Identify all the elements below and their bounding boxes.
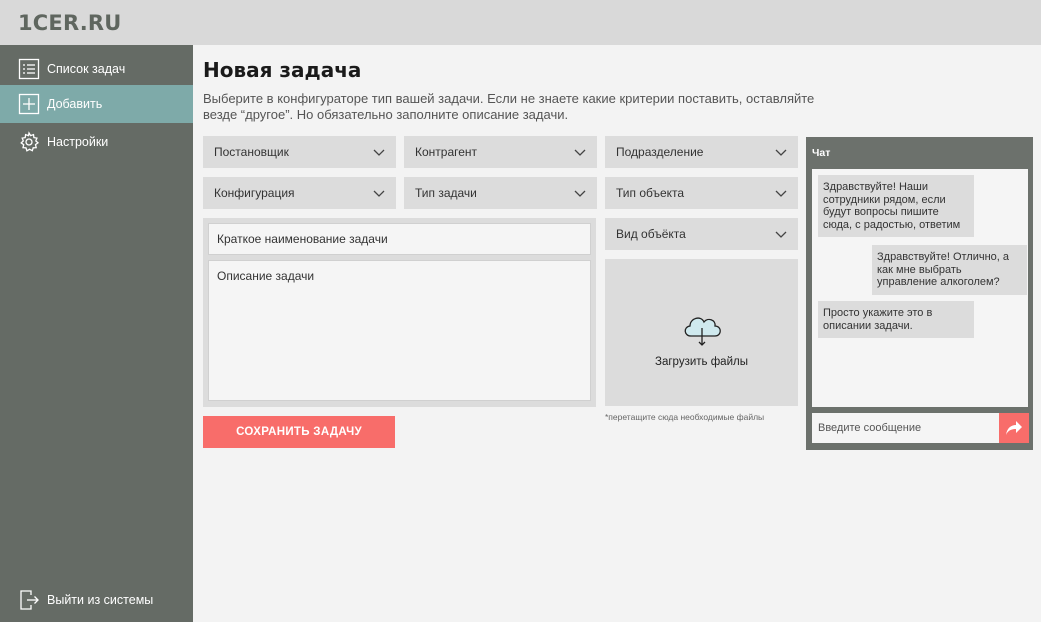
list-icon — [18, 58, 40, 80]
task-text-panel: Краткое наименование задачи Описание зад… — [203, 218, 596, 407]
chevron-down-icon — [574, 190, 586, 197]
chat-messages[interactable]: Здравствуйте! Наши сотрудники рядом, есл… — [812, 169, 1028, 407]
description-placeholder: Описание задачи — [217, 269, 315, 283]
top-bar: 1CER.RU — [0, 0, 1041, 45]
logo[interactable]: 1CER.RU — [18, 11, 122, 35]
select-label: Подразделение — [616, 145, 704, 159]
send-button[interactable] — [999, 413, 1029, 443]
logout-label: Выйти из системы — [47, 593, 154, 607]
chevron-down-icon — [775, 190, 787, 197]
chevron-down-icon — [373, 190, 385, 197]
chat-message-support: Здравствуйте! Наши сотрудники рядом, есл… — [818, 175, 974, 237]
sidebar: Список задач Добавить Настройки Выйти из… — [0, 45, 193, 622]
plus-icon — [18, 93, 40, 115]
sidebar-item-label: Добавить — [47, 97, 103, 111]
description-textarea[interactable]: Описание задачи — [208, 260, 591, 401]
select-label: Тип задачи — [415, 186, 477, 200]
short-name-input[interactable]: Краткое наименование задачи — [208, 223, 591, 255]
tip-zadachi-select[interactable]: Тип задачи — [404, 177, 597, 209]
chevron-down-icon — [775, 149, 787, 156]
chat-input-placeholder: Введите сообщение — [818, 422, 922, 434]
chat-message-support: Просто укажите это в описании задачи. — [818, 301, 974, 338]
sidebar-item-add[interactable]: Добавить — [0, 85, 193, 123]
kontragent-select[interactable]: Контрагент — [404, 136, 597, 168]
page-title: Новая задача — [203, 58, 362, 82]
chat-message-user: Здравствуйте! Отлично, а как мне выбрать… — [872, 245, 1027, 295]
sidebar-item-task-list[interactable]: Список задач — [0, 50, 193, 88]
vid-obekta-select[interactable]: Вид объёкта — [605, 218, 798, 250]
logout-button[interactable]: Выйти из системы — [0, 581, 193, 619]
cloud-upload-icon — [684, 316, 721, 346]
select-label: Постановщик — [214, 145, 289, 159]
chevron-down-icon — [373, 149, 385, 156]
select-label: Тип объекта — [616, 186, 685, 200]
sidebar-item-settings[interactable]: Настройки — [0, 123, 193, 161]
postanovshik-select[interactable]: Постановщик — [203, 136, 396, 168]
chevron-down-icon — [574, 149, 586, 156]
tip-obekta-select[interactable]: Тип объекта — [605, 177, 798, 209]
send-arrow-icon — [1006, 421, 1022, 435]
chat-message-input[interactable]: Введите сообщение — [812, 413, 1000, 443]
chat-panel: Чат Здравствуйте! Наши сотрудники рядом,… — [806, 137, 1033, 450]
podrazdelenie-select[interactable]: Подразделение — [605, 136, 798, 168]
select-label: Вид объёкта — [616, 227, 686, 241]
short-name-placeholder: Краткое наименование задачи — [217, 232, 388, 246]
select-label: Контрагент — [415, 145, 478, 159]
gear-icon — [18, 131, 40, 153]
chevron-down-icon — [775, 231, 787, 238]
sidebar-item-label: Настройки — [47, 135, 109, 149]
file-upload-dropzone[interactable]: Загрузить файлы — [605, 259, 798, 406]
upload-hint: *перетащите сюда необходимые файлы — [605, 412, 765, 422]
konfiguraciya-select[interactable]: Конфигурация — [203, 177, 396, 209]
logout-icon — [18, 589, 40, 611]
upload-label: Загрузить файлы — [655, 355, 748, 368]
chat-title: Чат — [812, 147, 831, 159]
sidebar-item-label: Список задач — [47, 62, 126, 76]
select-label: Конфигурация — [214, 186, 295, 200]
page-description: Выберите в конфигураторе тип вашей задач… — [203, 91, 815, 122]
save-task-button[interactable]: СОХРАНИТЬ ЗАДАЧУ — [203, 416, 395, 448]
